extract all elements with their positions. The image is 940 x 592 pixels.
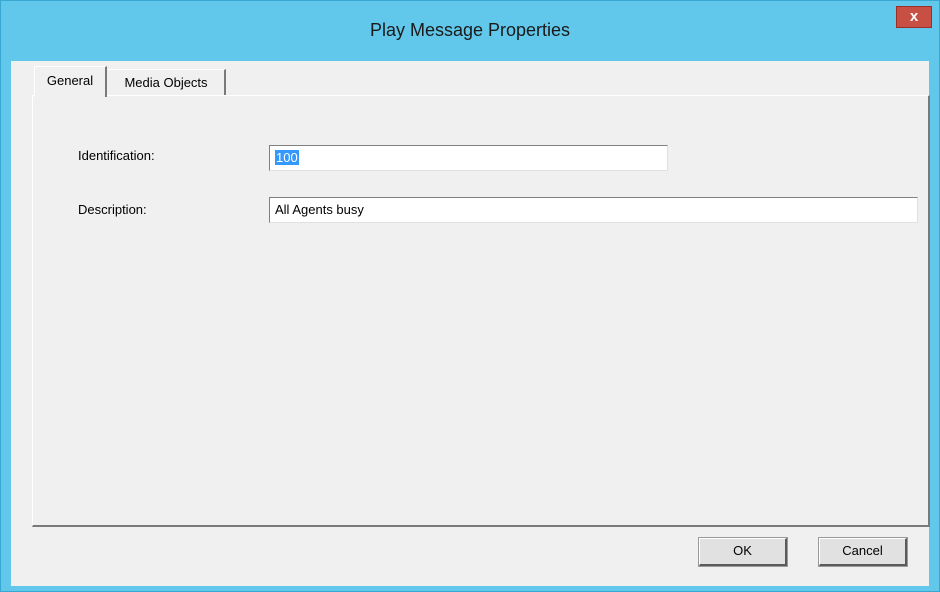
identification-value: 100 [275,150,299,165]
close-button[interactable]: x [896,6,932,28]
window-title: Play Message Properties [369,20,571,40]
tab-media-objects[interactable]: Media Objects [108,69,226,96]
tab-general[interactable]: General [34,66,107,97]
description-field[interactable]: All Agents busy [269,197,918,223]
identification-label: Identification: [78,148,155,163]
title-bar[interactable]: Play Message Properties x [1,1,939,61]
general-tab-panel: Identification: 100 Description: All Age… [32,95,930,527]
ok-button[interactable]: OK [698,537,788,567]
close-icon: x [909,8,919,25]
description-label: Description: [78,202,147,217]
tab-media-objects-label: Media Objects [124,75,208,90]
dialog-window: Play Message Properties x General Media … [0,0,940,592]
dialog-client-area: General Media Objects Identification: 10… [11,61,930,586]
tab-general-label: General [46,73,94,88]
identification-field[interactable]: 100 [269,145,668,171]
description-value: All Agents busy [275,202,364,217]
cancel-button[interactable]: Cancel [818,537,908,567]
